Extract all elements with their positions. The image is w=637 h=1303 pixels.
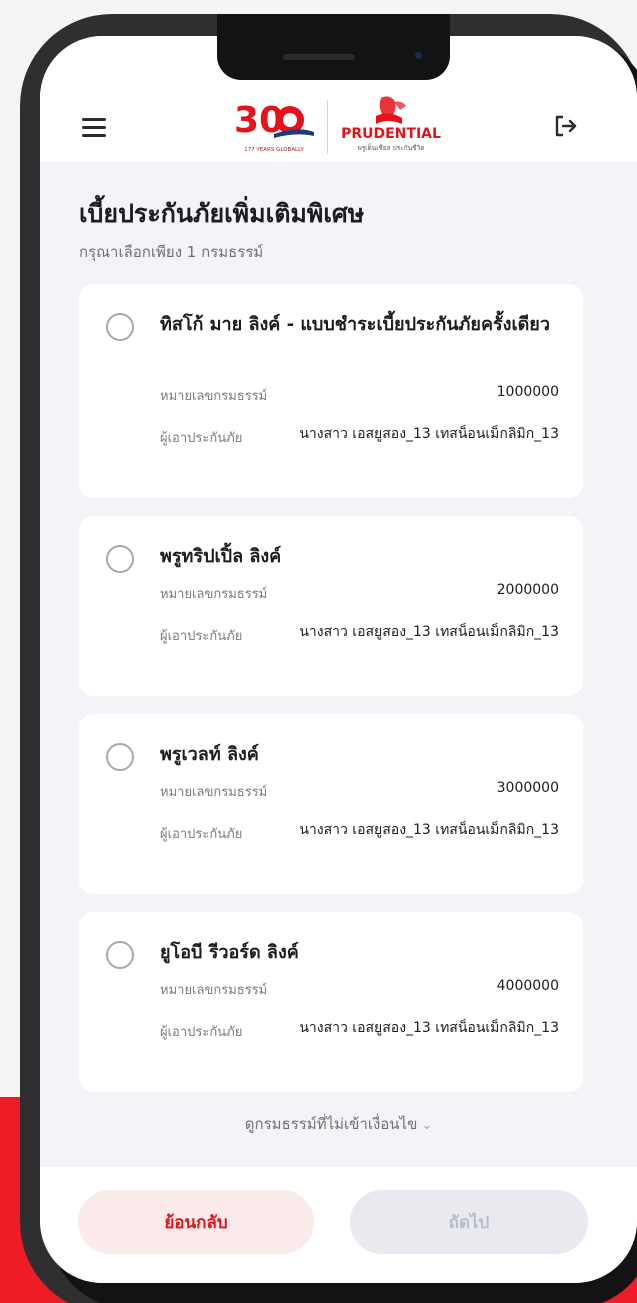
policy-name: พรูทริปเปิ้ล ลิงค์ (160, 546, 282, 567)
policy-number-value: 3000000 (496, 780, 559, 796)
insured-value: นางสาว เอสยูสอง_13 เทสน็อนเม็กลิมิก_13 (299, 624, 559, 640)
back-button[interactable]: ย้อนกลับ (78, 1190, 314, 1254)
speaker-grille (283, 54, 355, 60)
radio-unchecked-icon[interactable] (106, 545, 134, 573)
policy-card-4[interactable]: ยูโอบี รีวอร์ด ลิงค์ หมายเลขกรมธรรม์ 400… (79, 912, 583, 1092)
insured-label: ผู้เอาประกันภัย (160, 827, 243, 842)
logo-divider (327, 100, 328, 154)
policy-number-label: หมายเลขกรมธรรม์ (160, 587, 268, 602)
svg-text:177 YEARS GLOBALLY: 177 YEARS GLOBALLY (244, 147, 304, 153)
phone-screen: 30 177 YEARS GLOBALLY PRUDENTIAL พรูเด็น… (40, 36, 637, 1283)
phone-notch (217, 14, 450, 80)
policy-number-value: 2000000 (496, 582, 559, 598)
policy-name: ทิสโก้ มาย ลิงค์ - แบบชำระเบี้ยประกันภัย… (160, 314, 550, 335)
policy-number-value: 1000000 (496, 384, 559, 400)
radio-unchecked-icon[interactable] (106, 941, 134, 969)
prudential-logo: PRUDENTIAL พรูเด็นเชียล ประกันชีวิต (341, 96, 441, 152)
policy-card-3[interactable]: พรูเวลท์ ลิงค์ หมายเลขกรมธรรม์ 3000000 ผ… (79, 714, 583, 894)
chevron-down-icon: ⌄ (421, 1118, 433, 1133)
view-ineligible-policies-link[interactable]: ดูกรมธรรม์ที่ไม่เข้าเงื่อนไข ⌄ (40, 1112, 637, 1136)
brand-logo: 30 177 YEARS GLOBALLY PRUDENTIAL พรูเด็น… (228, 94, 448, 160)
policy-number-label: หมายเลขกรมธรรม์ (160, 983, 268, 998)
radio-unchecked-icon[interactable] (106, 313, 134, 341)
next-button[interactable]: ถัดไป (350, 1190, 588, 1254)
radio-unchecked-icon[interactable] (106, 743, 134, 771)
policy-number-label: หมายเลขกรมธรรม์ (160, 785, 268, 800)
insured-value: นางสาว เอสยูสอง_13 เทสน็อนเม็กลิมิก_13 (299, 1020, 559, 1036)
insured-value: นางสาว เอสยูสอง_13 เทสน็อนเม็กลิมิก_13 (299, 822, 559, 838)
policy-card-2[interactable]: พรูทริปเปิ้ล ลิงค์ หมายเลขกรมธรรม์ 20000… (79, 516, 583, 696)
policy-number-label: หมายเลขกรมธรรม์ (160, 389, 268, 404)
page-title: เบี้ยประกันภัยเพิ่มเติมพิเศษ (79, 199, 365, 228)
front-camera (415, 52, 422, 59)
svg-text:พรูเด็นเชียล ประกันชีวิต: พรูเด็นเชียล ประกันชีวิต (358, 143, 425, 152)
anniversary-30-logo: 30 177 YEARS GLOBALLY (234, 100, 314, 153)
footer-actions: ย้อนกลับ ถัดไป (40, 1167, 637, 1283)
policy-selection-content: เบี้ยประกันภัยเพิ่มเติมพิเศษ กรุณาเลือกเ… (40, 162, 637, 1162)
policy-name: ยูโอบี รีวอร์ด ลิงค์ (160, 942, 299, 963)
hamburger-menu-icon[interactable] (80, 116, 110, 138)
insured-value: นางสาว เอสยูสอง_13 เทสน็อนเม็กลิมิก_13 (299, 426, 559, 442)
logout-icon[interactable] (552, 112, 580, 140)
view-ineligible-label: ดูกรมธรรม์ที่ไม่เข้าเงื่อนไข (244, 1115, 418, 1133)
policy-card-1[interactable]: ทิสโก้ มาย ลิงค์ - แบบชำระเบี้ยประกันภัย… (79, 284, 583, 498)
page-subtitle: กรุณาเลือกเพียง 1 กรมธรรม์ (79, 243, 264, 261)
policy-name: พรูเวลท์ ลิงค์ (160, 744, 259, 765)
svg-text:PRUDENTIAL: PRUDENTIAL (341, 126, 441, 142)
insured-label: ผู้เอาประกันภัย (160, 431, 243, 446)
insured-label: ผู้เอาประกันภัย (160, 1025, 243, 1040)
insured-label: ผู้เอาประกันภัย (160, 629, 243, 644)
policy-number-value: 4000000 (496, 978, 559, 994)
